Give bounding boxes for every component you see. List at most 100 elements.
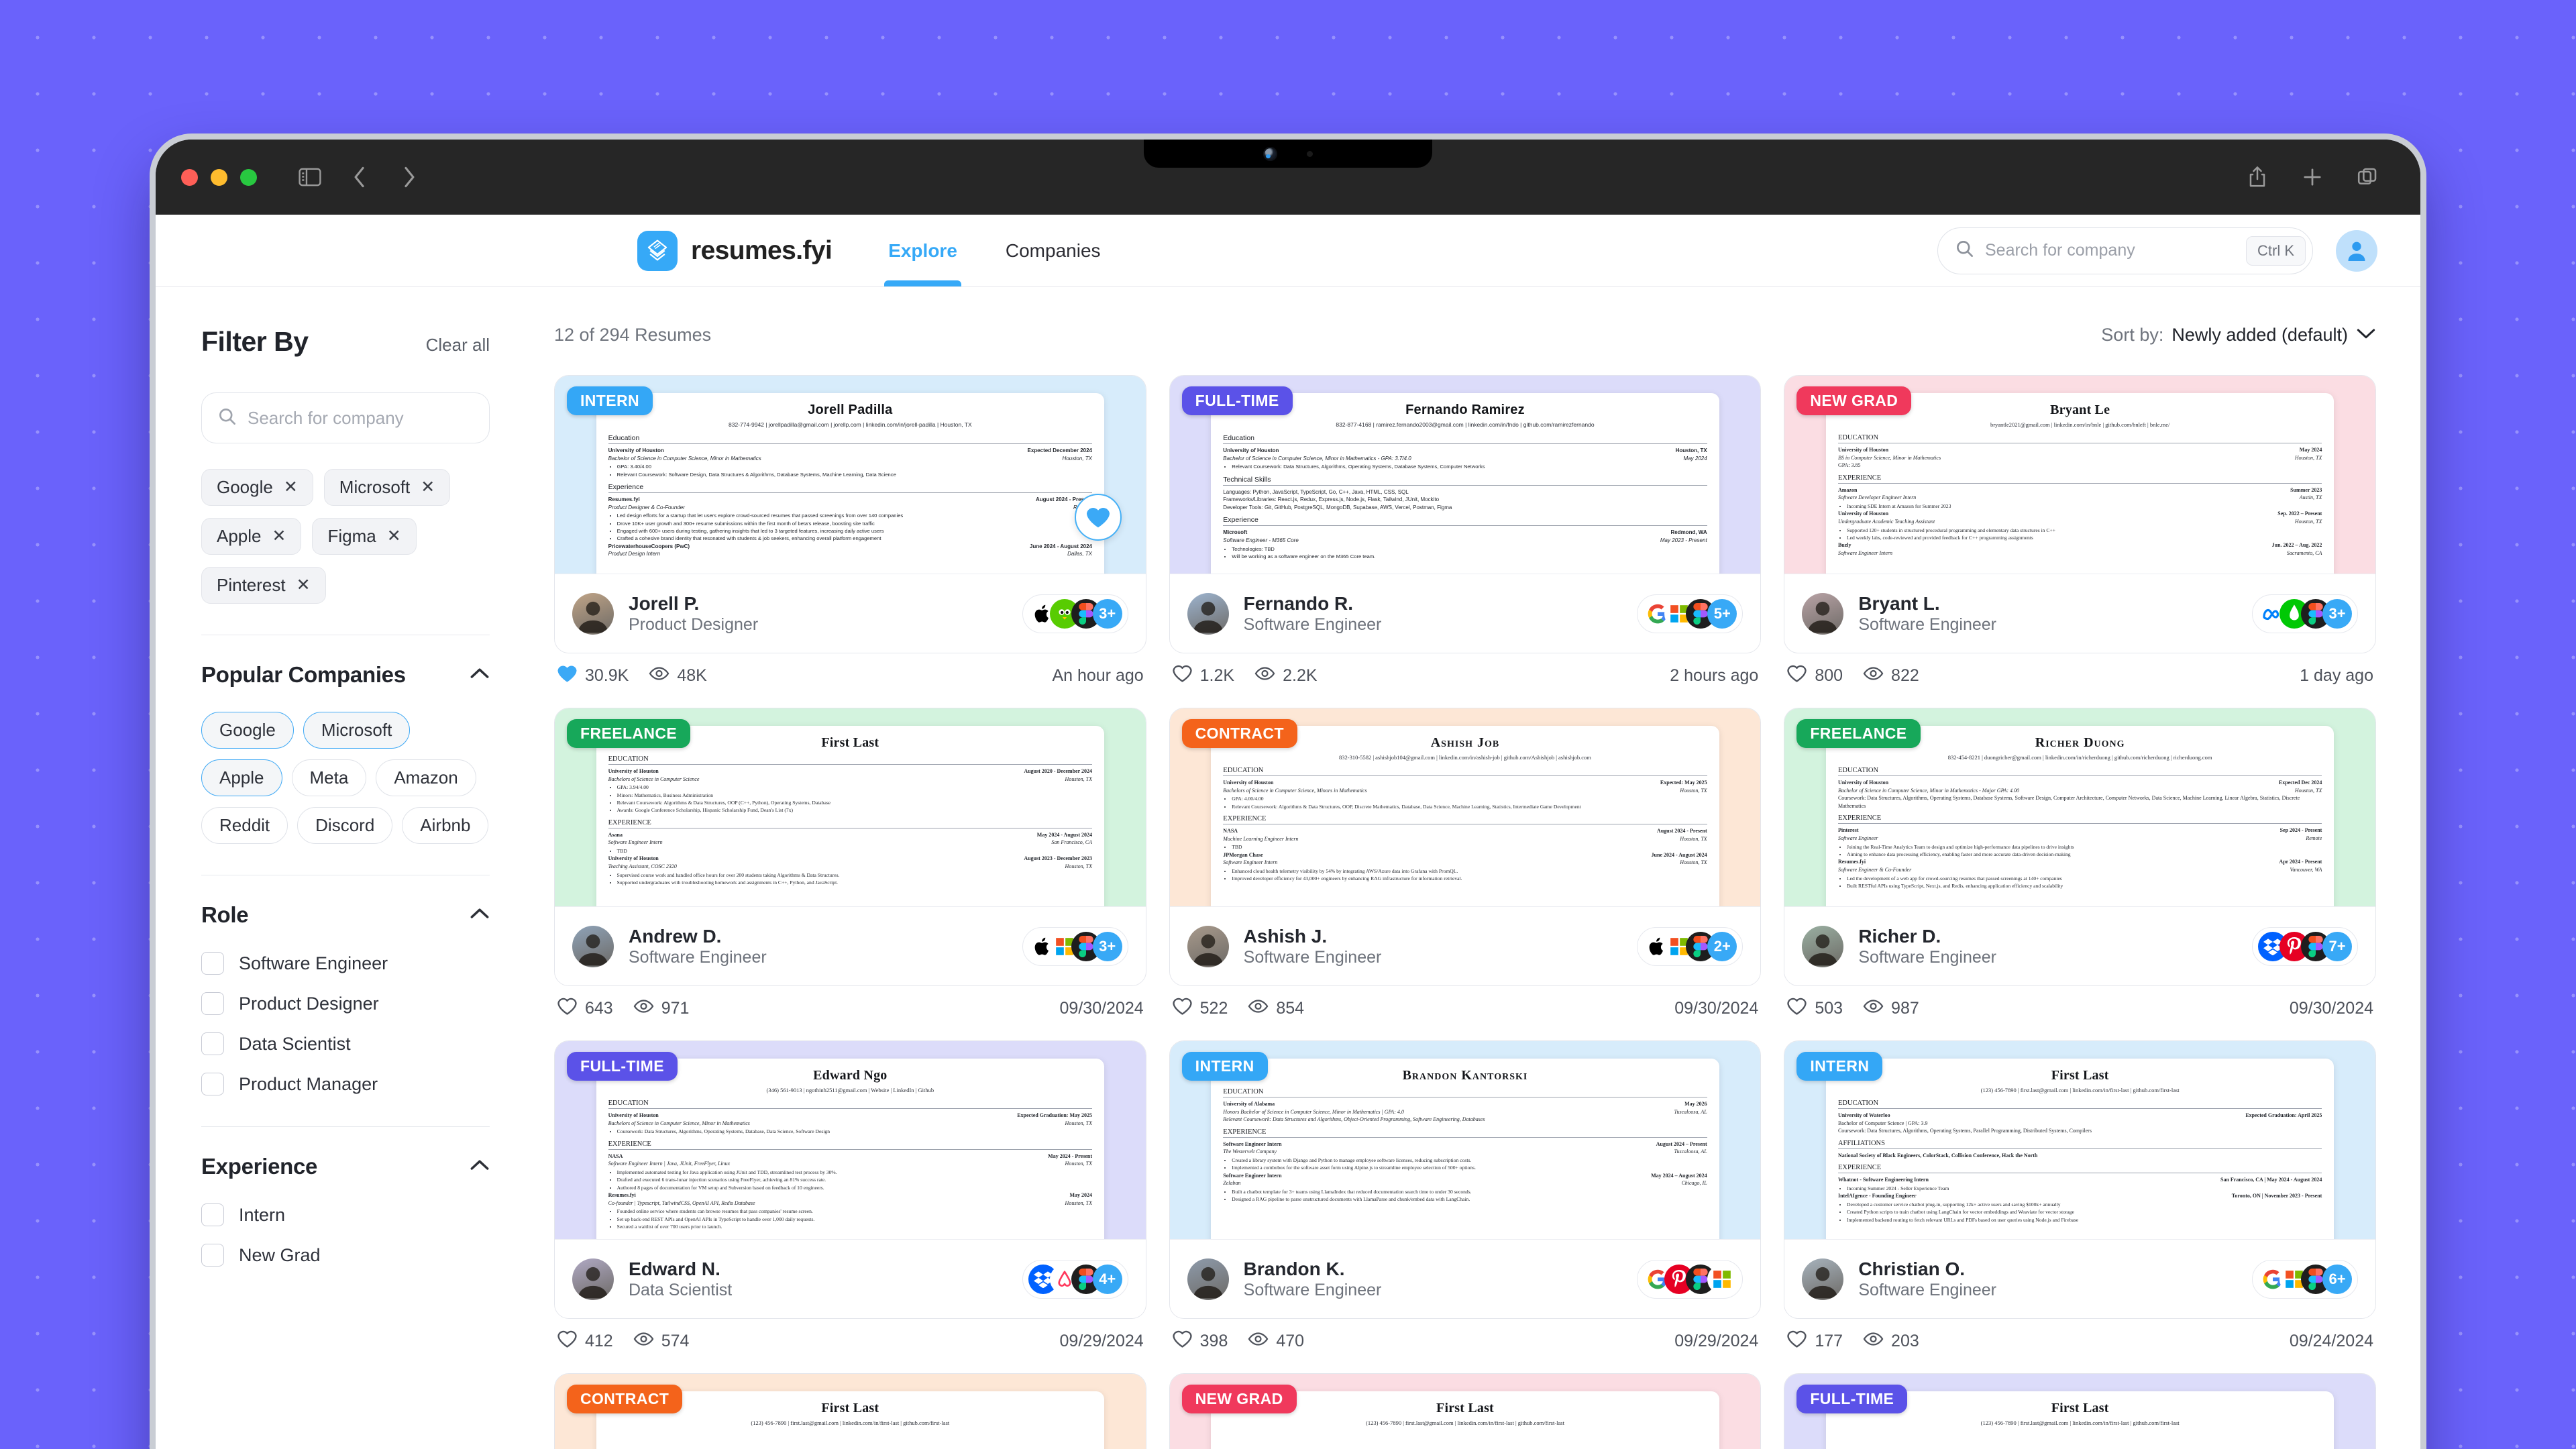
employment-type-badge: INTERN	[1796, 1052, 1883, 1081]
resume-section-heading: Technical Skills	[1223, 476, 1707, 486]
remove-filter-icon[interactable]: ✕	[387, 528, 401, 545]
resume-card[interactable]: FREELANCE First Last EDUCATION University o…	[554, 708, 1146, 1020]
resume-preview[interactable]: INTERN Brandon Kantorski EDUCATION Universi…	[1169, 1041, 1761, 1239]
resume-card-shell: CONTRACT Ashish Job 832-310-5582 | ashishj…	[1169, 708, 1762, 986]
company-pill[interactable]: Meta	[291, 759, 367, 796]
company-pill[interactable]: Discord	[297, 807, 393, 844]
resume-card[interactable]: CONTRACT First Last (123) 456-7890 | first…	[554, 1373, 1146, 1449]
like-count[interactable]: 522	[1172, 997, 1228, 1020]
company-pill[interactable]: Microsoft	[303, 712, 411, 749]
like-count[interactable]: 503	[1786, 997, 1843, 1020]
checkbox[interactable]	[201, 952, 224, 975]
header-search-input[interactable]: Search for company Ctrl K	[1937, 227, 2313, 274]
tabs-icon[interactable]	[2355, 164, 2380, 190]
user-avatar-icon[interactable]	[2336, 229, 2377, 272]
filter-checkbox-row[interactable]: Software Engineer	[201, 952, 490, 975]
active-filter-chip[interactable]: Apple ✕	[201, 518, 302, 555]
resume-bullet: Awards: Google Conference Scholarship, H…	[617, 806, 1092, 814]
company-pill[interactable]: Google	[201, 712, 294, 749]
resume-preview[interactable]: NEW GRAD First Last (123) 456-7890 | first…	[1169, 1374, 1761, 1449]
plus-icon[interactable]	[2300, 164, 2325, 190]
filter-section-header[interactable]: Experience	[201, 1154, 490, 1179]
resume-card[interactable]: FULL-TIME Edward Ngo (346) 561-9013 | ngot…	[554, 1040, 1146, 1353]
active-filter-chip[interactable]: Google ✕	[201, 469, 313, 506]
checkbox[interactable]	[201, 1244, 224, 1267]
resume-card[interactable]: CONTRACT Ashish Job 832-310-5582 | ashishj…	[1169, 708, 1762, 1020]
like-count[interactable]: 412	[557, 1330, 613, 1353]
resume-card[interactable]: FULL-TIME Fernando Ramirez 832-877-4168 | …	[1169, 375, 1762, 688]
resume-preview[interactable]: INTERN First Last (123) 456-7890 | first.l…	[1784, 1041, 2375, 1239]
filter-section-header[interactable]: Role	[201, 902, 490, 928]
like-count[interactable]: 643	[557, 997, 613, 1020]
company-pill[interactable]: Reddit	[201, 807, 288, 844]
remove-filter-icon[interactable]: ✕	[421, 479, 435, 496]
remove-filter-icon[interactable]: ✕	[272, 528, 286, 545]
back-icon[interactable]	[347, 164, 372, 190]
checkbox[interactable]	[201, 992, 224, 1015]
sidebar-toggle-icon[interactable]	[297, 164, 323, 190]
active-filter-chip[interactable]: Figma ✕	[312, 518, 417, 555]
minimize-window-button[interactable]	[211, 168, 227, 186]
close-window-button[interactable]	[181, 168, 198, 186]
like-count[interactable]: 398	[1172, 1330, 1228, 1353]
like-count[interactable]: 800	[1786, 664, 1843, 688]
active-filter-chip[interactable]: Pinterest ✕	[201, 567, 326, 604]
filter-checkbox-row[interactable]: New Grad	[201, 1244, 490, 1267]
resume-card[interactable]: FREELANCE Richer Duong 832-454-8221 | duon…	[1784, 708, 2376, 1020]
filter-checkbox-row[interactable]: Product Manager	[201, 1073, 490, 1095]
sidebar-search-input[interactable]: Search for company	[201, 392, 490, 443]
maximize-window-button[interactable]	[240, 168, 257, 186]
resume-preview[interactable]: CONTRACT First Last (123) 456-7890 | first…	[555, 1374, 1146, 1449]
like-count[interactable]: 30.9K	[557, 664, 629, 688]
resume-preview[interactable]: FULL-TIME Fernando Ramirez 832-877-4168 | …	[1169, 376, 1761, 574]
checkbox[interactable]	[201, 1073, 224, 1095]
remove-filter-icon[interactable]: ✕	[297, 577, 311, 594]
resume-preview[interactable]: CONTRACT Ashish Job 832-310-5582 | ashishj…	[1169, 708, 1761, 906]
resume-card[interactable]: INTERN First Last (123) 456-7890 | first.l…	[1784, 1040, 2376, 1353]
chevron-up-icon[interactable]	[470, 1159, 490, 1175]
checkbox[interactable]	[201, 1203, 224, 1226]
checkbox[interactable]	[201, 1032, 224, 1055]
resume-section-heading: EXPERIENCE	[1837, 1164, 2322, 1174]
resume-preview[interactable]: NEW GRAD Bryant Le bryantle2021@gmail.com …	[1784, 376, 2375, 574]
active-filter-chip[interactable]: Microsoft ✕	[323, 469, 451, 506]
chevron-up-icon[interactable]	[470, 667, 490, 684]
clear-all-button[interactable]: Clear all	[426, 335, 490, 356]
resume-preview[interactable]: INTERN Jorell Padilla 832-774-9942 | jorel…	[555, 376, 1146, 574]
resume-preview[interactable]: FREELANCE First Last EDUCATION University o…	[555, 708, 1146, 906]
resume-card[interactable]: NEW GRAD Bryant Le bryantle2021@gmail.com …	[1784, 375, 2376, 688]
resume-preview[interactable]: FREELANCE Richer Duong 832-454-8221 | duon…	[1784, 708, 2375, 906]
like-count[interactable]: 177	[1786, 1330, 1843, 1353]
filter-checkbox-row[interactable]: Product Designer	[201, 992, 490, 1015]
resume-preview[interactable]: FULL-TIME Edward Ngo (346) 561-9013 | ngot…	[555, 1041, 1146, 1239]
resume-card[interactable]: FULL-TIME First Last (123) 456-7890 | firs…	[1784, 1373, 2376, 1449]
resume-document: Bryant Le bryantle2021@gmail.com | linked…	[1825, 393, 2334, 574]
filter-checkbox-row[interactable]: Data Scientist	[201, 1032, 490, 1055]
company-pill[interactable]: Airbnb	[402, 807, 489, 844]
resume-row-left: NASA	[1223, 827, 1238, 834]
tab-companies[interactable]: Companies	[1006, 215, 1101, 286]
chevron-up-icon[interactable]	[470, 907, 490, 924]
view-count: 470	[1248, 1331, 1304, 1352]
resume-card[interactable]: INTERN Brandon Kantorski EDUCATION Universi…	[1169, 1040, 1762, 1353]
company-pill[interactable]: Apple	[201, 759, 282, 796]
filter-section-header[interactable]: Popular Companies	[201, 662, 490, 688]
like-button[interactable]	[1074, 494, 1122, 541]
forward-icon[interactable]	[396, 164, 422, 190]
resume-section-heading: EXPERIENCE	[1223, 815, 1707, 824]
tab-explore[interactable]: Explore	[884, 215, 961, 286]
like-count[interactable]: 1.2K	[1172, 664, 1234, 688]
window-controls[interactable]	[181, 168, 257, 186]
remove-filter-icon[interactable]: ✕	[284, 479, 298, 496]
resume-section-heading: EXPERIENCE	[1837, 474, 2322, 484]
share-icon[interactable]	[2245, 164, 2270, 190]
avatar	[1187, 1258, 1229, 1300]
sort-dropdown[interactable]: Sort by: Newly added (default)	[2101, 325, 2376, 345]
brand[interactable]: resumes.fyi	[637, 230, 833, 271]
company-pill[interactable]: Amazon	[376, 759, 476, 796]
resume-preview[interactable]: FULL-TIME First Last (123) 456-7890 | firs…	[1784, 1374, 2375, 1449]
resume-card[interactable]: NEW GRAD First Last (123) 456-7890 | first…	[1169, 1373, 1762, 1449]
resume-card[interactable]: INTERN Jorell Padilla 832-774-9942 | jorel…	[554, 375, 1146, 688]
filter-checkbox-row[interactable]: Intern	[201, 1203, 490, 1226]
posted-timestamp: 09/30/2024	[1674, 999, 1759, 1018]
